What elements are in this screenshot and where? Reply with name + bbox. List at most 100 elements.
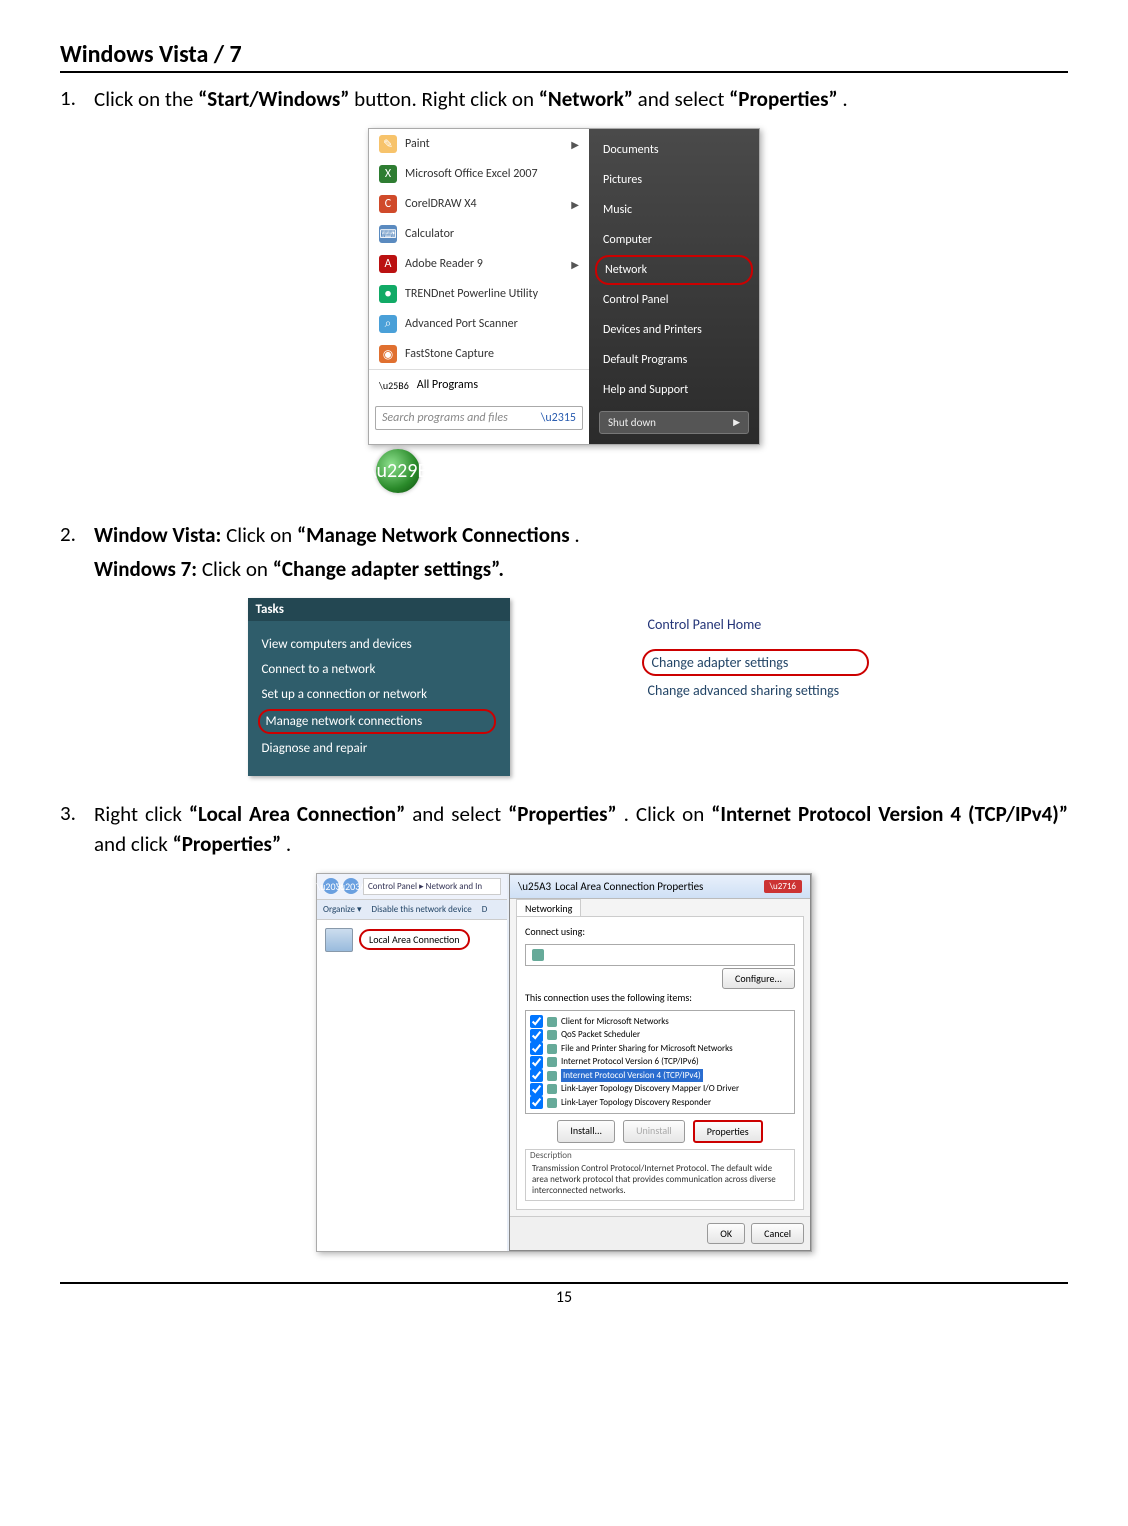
start-right-item[interactable]: Default Programs <box>589 345 759 375</box>
step-1-text-b: button. Right click on <box>354 86 539 112</box>
page-title: Windows Vista / 7 <box>60 40 1068 73</box>
tasks-item[interactable]: Diagnose and repair <box>262 736 492 761</box>
app-label: CorelDRAW X4 <box>405 197 477 211</box>
component-icon <box>547 1017 557 1027</box>
start-menu-item[interactable]: ⌕ Advanced Port Scanner <box>369 309 589 339</box>
configure-button[interactable]: Configure... <box>722 968 795 989</box>
install-button[interactable]: Install... <box>557 1120 615 1143</box>
description-label: Description <box>526 1150 794 1161</box>
start-menu-item[interactable]: ⌨ Calculator <box>369 219 589 249</box>
item-checkbox[interactable] <box>530 1069 543 1082</box>
step-2-win7-label: Windows 7: <box>94 556 197 582</box>
all-programs[interactable]: \u25B6 All Programs <box>369 369 589 400</box>
start-menu-left: ✎ Paint ▶X Microsoft Office Excel 2007 C… <box>369 129 589 444</box>
component-icon <box>547 1030 557 1040</box>
page-number: 15 <box>60 1282 1068 1307</box>
app-icon: ◉ <box>379 345 397 363</box>
start-menu: ✎ Paint ▶X Microsoft Office Excel 2007 C… <box>368 128 760 445</box>
tasks-item[interactable]: Connect to a network <box>262 657 492 682</box>
lac-properties-dialog: \u25A3 Local Area Connection Properties … <box>509 874 811 1252</box>
connection-items-list[interactable]: Client for Microsoft Networks QoS Packet… <box>525 1010 795 1115</box>
step-1-text-a: Click on the <box>94 86 198 112</box>
app-icon: C <box>379 195 397 213</box>
shutdown-button[interactable]: Shut down ▶ <box>599 411 749 434</box>
step-2-text-b: . <box>574 522 579 548</box>
organize-menu[interactable]: Organize ▾ <box>323 904 362 915</box>
description-text: Transmission Control Protocol/Internet P… <box>532 1163 788 1196</box>
component-icon <box>547 1071 557 1081</box>
step-3-number: 3. <box>60 800 94 859</box>
network-explorer: \u2039 \u203A Control Panel ▸ Network an… <box>317 874 507 1252</box>
start-menu-item[interactable]: C CorelDRAW X4 ▶ <box>369 189 589 219</box>
adapter-field <box>525 944 795 966</box>
connection-item-row[interactable]: Internet Protocol Version 4 (TCP/IPv4) <box>530 1069 790 1083</box>
step-1-number: 1. <box>60 85 94 114</box>
step-3: 3. Right click “Local Area Connection” a… <box>60 800 1068 859</box>
step-2-number: 2. <box>60 521 94 584</box>
item-checkbox[interactable] <box>530 1083 543 1096</box>
search-input[interactable]: Search programs and files \u2315 <box>375 406 583 430</box>
tasks-item[interactable]: Set up a connection or network <box>262 682 492 707</box>
ok-button[interactable]: OK <box>707 1223 745 1244</box>
start-menu-item[interactable]: X Microsoft Office Excel 2007 <box>369 159 589 189</box>
tasks-item[interactable]: Manage network connections <box>258 709 496 734</box>
all-programs-label: All Programs <box>417 378 478 392</box>
shutdown-menu-icon[interactable]: ▶ <box>733 417 740 428</box>
local-area-connection-item[interactable]: Local Area Connection <box>317 920 507 960</box>
disable-device-link[interactable]: Disable this network device <box>372 904 472 915</box>
cancel-button[interactable]: Cancel <box>751 1223 804 1244</box>
start-right-item[interactable]: Network <box>595 255 753 285</box>
start-menu-right: DocumentsPicturesMusicComputerNetworkCon… <box>589 129 759 444</box>
cp-link[interactable]: Change advanced sharing settings <box>648 678 863 703</box>
submenu-arrow-icon: ▶ <box>571 258 579 271</box>
close-icon[interactable]: \u2716 <box>764 880 802 893</box>
step-1-bold-start: “Start/Windows” <box>198 86 349 112</box>
cp-link[interactable]: Change adapter settings <box>642 649 869 676</box>
app-icon: A <box>379 255 397 273</box>
adapter-mini-icon: \u25A3 <box>518 880 551 893</box>
shutdown-label: Shut down <box>608 416 656 429</box>
connection-item-row[interactable]: Link-Layer Topology Discovery Mapper I/O… <box>530 1082 790 1096</box>
component-icon <box>547 1084 557 1094</box>
adapter-icon <box>325 928 353 952</box>
step-3-bold-lac: “Local Area Connection” <box>189 801 405 827</box>
item-checkbox[interactable] <box>530 1029 543 1042</box>
item-checkbox[interactable] <box>530 1096 543 1109</box>
connection-item-row[interactable]: File and Printer Sharing for Microsoft N… <box>530 1042 790 1056</box>
windows-orb-icon[interactable]: \u229E <box>376 449 420 493</box>
start-menu-item[interactable]: A Adobe Reader 9 ▶ <box>369 249 589 279</box>
item-checkbox[interactable] <box>530 1015 543 1028</box>
item-checkbox[interactable] <box>530 1056 543 1069</box>
start-menu-item[interactable]: ◉ FastStone Capture <box>369 339 589 369</box>
start-right-item[interactable]: Devices and Printers <box>589 315 759 345</box>
items-list-label: This connection uses the following items… <box>525 991 795 1004</box>
start-right-item[interactable]: Documents <box>589 135 759 165</box>
uninstall-button[interactable]: Uninstall <box>623 1120 685 1143</box>
networking-tab[interactable]: Networking <box>516 899 581 917</box>
connection-item-row[interactable]: Link-Layer Topology Discovery Responder <box>530 1096 790 1110</box>
connection-item-row[interactable]: QoS Packet Scheduler <box>530 1028 790 1042</box>
step-3-text-b: and select <box>412 801 508 827</box>
breadcrumb-text[interactable]: Control Panel ▸ Network and In <box>363 878 501 895</box>
properties-button[interactable]: Properties <box>693 1120 763 1143</box>
composite-figure: \u2039 \u203A Control Panel ▸ Network an… <box>316 873 812 1253</box>
start-right-item[interactable]: Control Panel <box>589 285 759 315</box>
connect-using-label: Connect using: <box>525 925 795 938</box>
item-checkbox[interactable] <box>530 1042 543 1055</box>
start-right-item[interactable]: Music <box>589 195 759 225</box>
step-1-bold-properties: “Properties” <box>729 86 838 112</box>
tasks-item[interactable]: View computers and devices <box>262 632 492 657</box>
start-right-item[interactable]: Help and Support <box>589 375 759 405</box>
start-right-item[interactable]: Pictures <box>589 165 759 195</box>
start-menu-item[interactable]: ● TRENDnet Powerline Utility <box>369 279 589 309</box>
breadcrumb-bar: \u2039 \u203A Control Panel ▸ Network an… <box>317 874 507 900</box>
nav-fwd-icon[interactable]: \u203A <box>343 878 359 894</box>
start-right-item[interactable]: Computer <box>589 225 759 255</box>
step-3-bold-props1: “Properties” <box>508 801 617 827</box>
windows-logo-icon: \u229E <box>369 459 427 483</box>
start-menu-item[interactable]: ✎ Paint ▶ <box>369 129 589 159</box>
connection-item-row[interactable]: Client for Microsoft Networks <box>530 1015 790 1029</box>
submenu-arrow-icon: ▶ <box>571 198 579 211</box>
connection-item-row[interactable]: Internet Protocol Version 6 (TCP/IPv6) <box>530 1055 790 1069</box>
step-3-bold-ipv4: “Internet Protocol Version 4 (TCP/IPv4)” <box>711 801 1068 827</box>
